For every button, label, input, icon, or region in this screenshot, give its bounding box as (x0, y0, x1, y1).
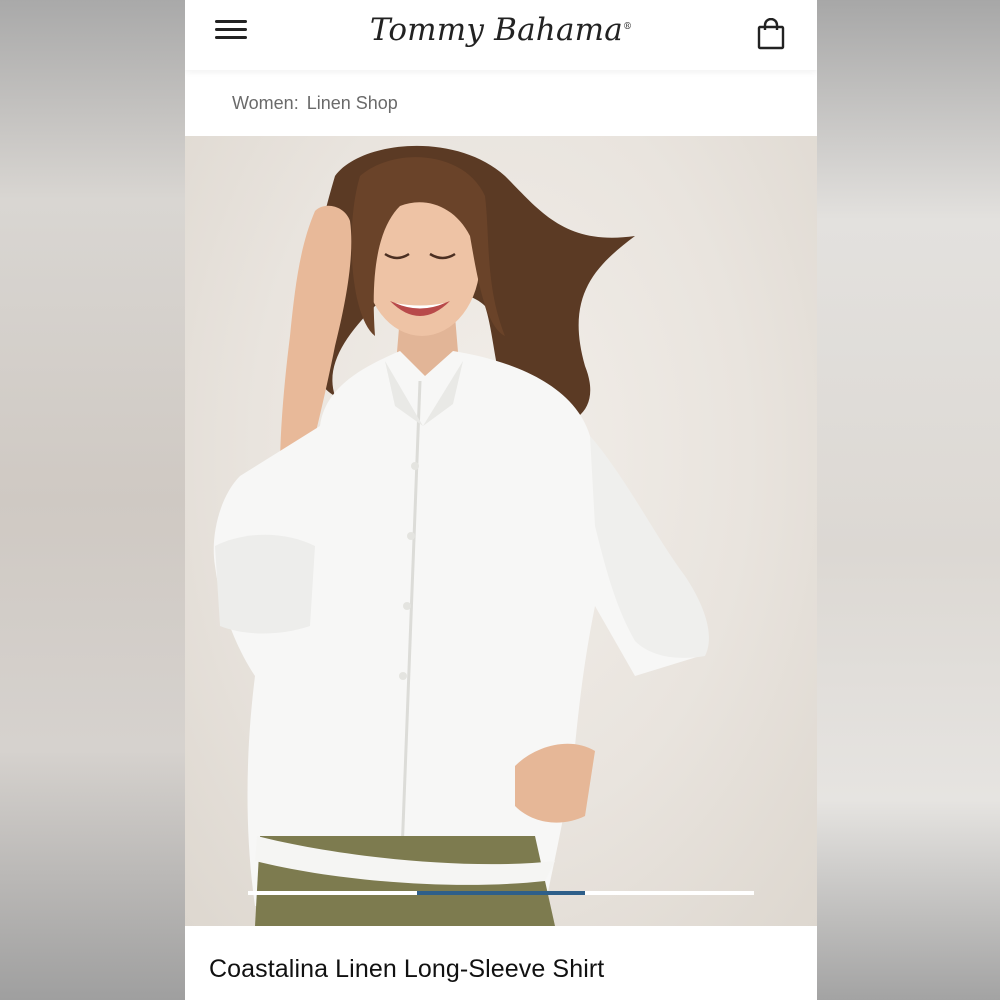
left-backdrop (0, 0, 185, 1000)
brand-logo[interactable]: Tommy Bahama® (185, 12, 817, 48)
mobile-page: Tommy Bahama® Women: Linen Shop Coastali… (185, 0, 817, 1000)
image-carousel-indicator[interactable] (248, 891, 754, 895)
breadcrumb-linen-shop[interactable]: Linen Shop (307, 93, 398, 114)
carousel-active-segment (416, 891, 586, 895)
breadcrumb-women[interactable]: Women: (232, 93, 299, 114)
brand-name: Tommy Bahama (369, 12, 623, 48)
product-title: Coastalina Linen Long-Sleeve Shirt (209, 955, 605, 983)
right-backdrop (817, 0, 1000, 1000)
breadcrumb: Women: Linen Shop (185, 70, 817, 136)
model-illustration (213, 145, 709, 926)
shopping-bag-icon[interactable] (757, 17, 785, 50)
registered-mark: ® (622, 22, 633, 32)
product-image[interactable] (185, 136, 817, 926)
site-header: Tommy Bahama® (185, 0, 817, 70)
